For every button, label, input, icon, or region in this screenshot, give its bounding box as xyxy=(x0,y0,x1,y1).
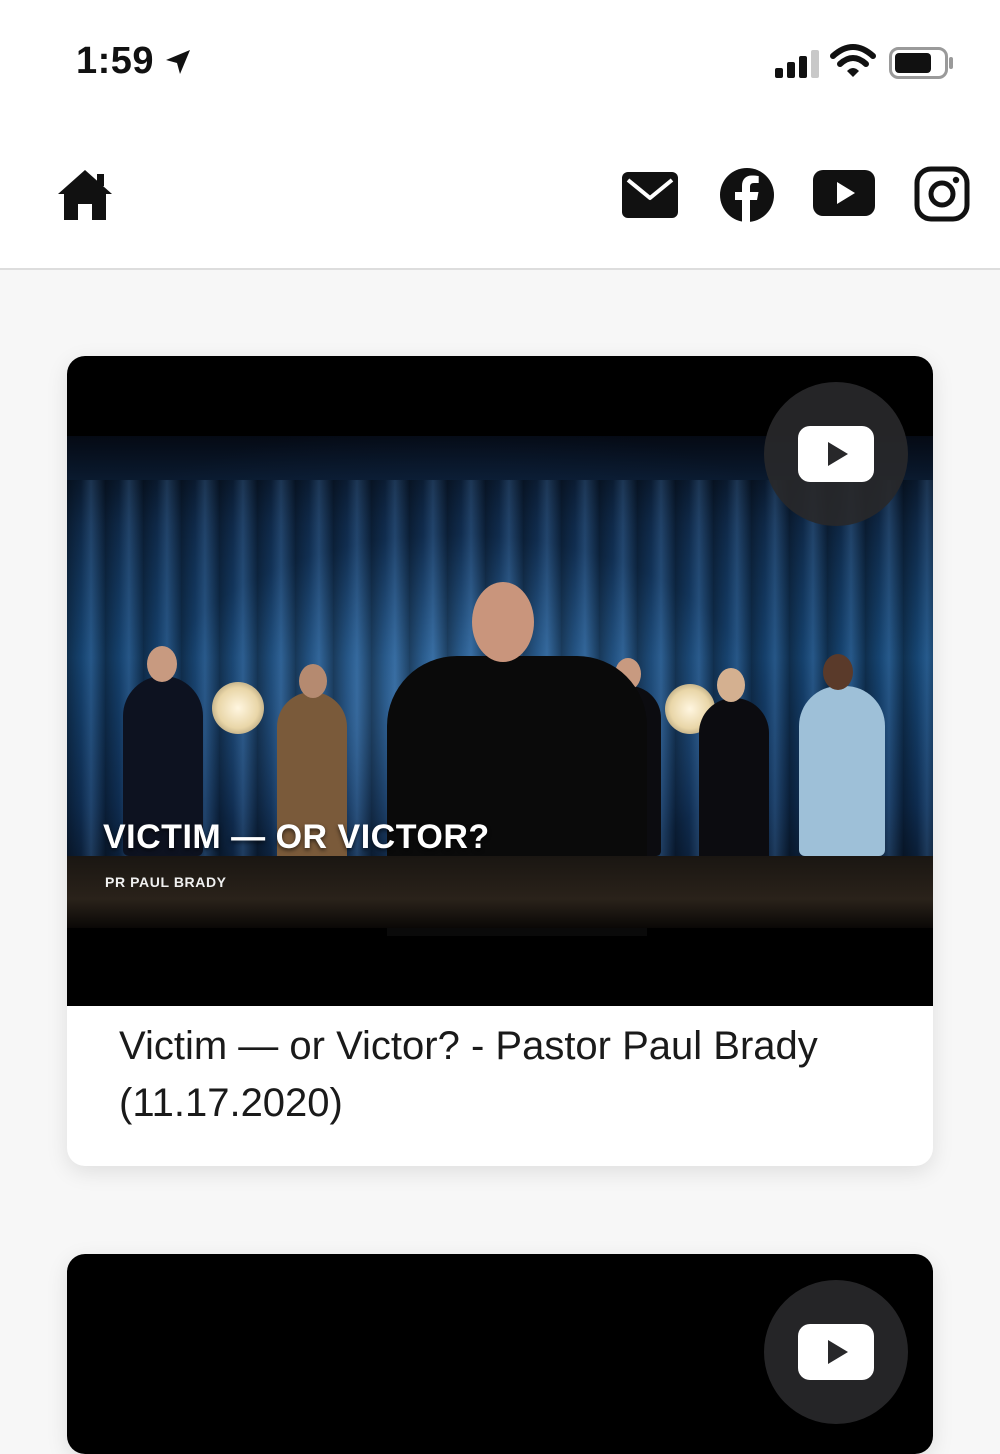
instagram-icon[interactable] xyxy=(914,166,970,222)
mail-icon[interactable] xyxy=(622,172,678,218)
youtube-play-icon xyxy=(798,1324,874,1380)
youtube-play-icon xyxy=(798,426,874,482)
video-thumbnail[interactable] xyxy=(67,1254,933,1454)
youtube-play-button[interactable] xyxy=(764,1280,908,1424)
status-bar: 1:59 xyxy=(0,0,1000,120)
video-card[interactable]: VICTIM — OR VICTOR? PR PAUL BRADY Victim… xyxy=(67,356,933,1166)
cellular-signal-icon xyxy=(775,50,819,78)
video-title[interactable]: Victim — or Victor? - Pastor Paul Brady … xyxy=(119,1018,899,1132)
thumbnail-subtitle: PR PAUL BRADY xyxy=(105,874,227,890)
facebook-icon[interactable] xyxy=(720,168,774,222)
status-time: 1:59 xyxy=(76,40,155,82)
home-icon[interactable] xyxy=(56,168,114,222)
video-thumbnail[interactable]: VICTIM — OR VICTOR? PR PAUL BRADY xyxy=(67,356,933,1006)
top-nav-bar xyxy=(0,120,1000,270)
video-list: VICTIM — OR VICTOR? PR PAUL BRADY Victim… xyxy=(0,270,1000,1454)
battery-icon xyxy=(889,47,953,79)
wifi-icon xyxy=(830,44,876,77)
youtube-play-button[interactable] xyxy=(764,382,908,526)
location-arrow-icon xyxy=(166,50,190,74)
thumbnail-title: VICTIM — OR VICTOR? xyxy=(103,818,490,856)
video-card[interactable] xyxy=(67,1254,933,1454)
youtube-icon[interactable] xyxy=(813,170,875,216)
